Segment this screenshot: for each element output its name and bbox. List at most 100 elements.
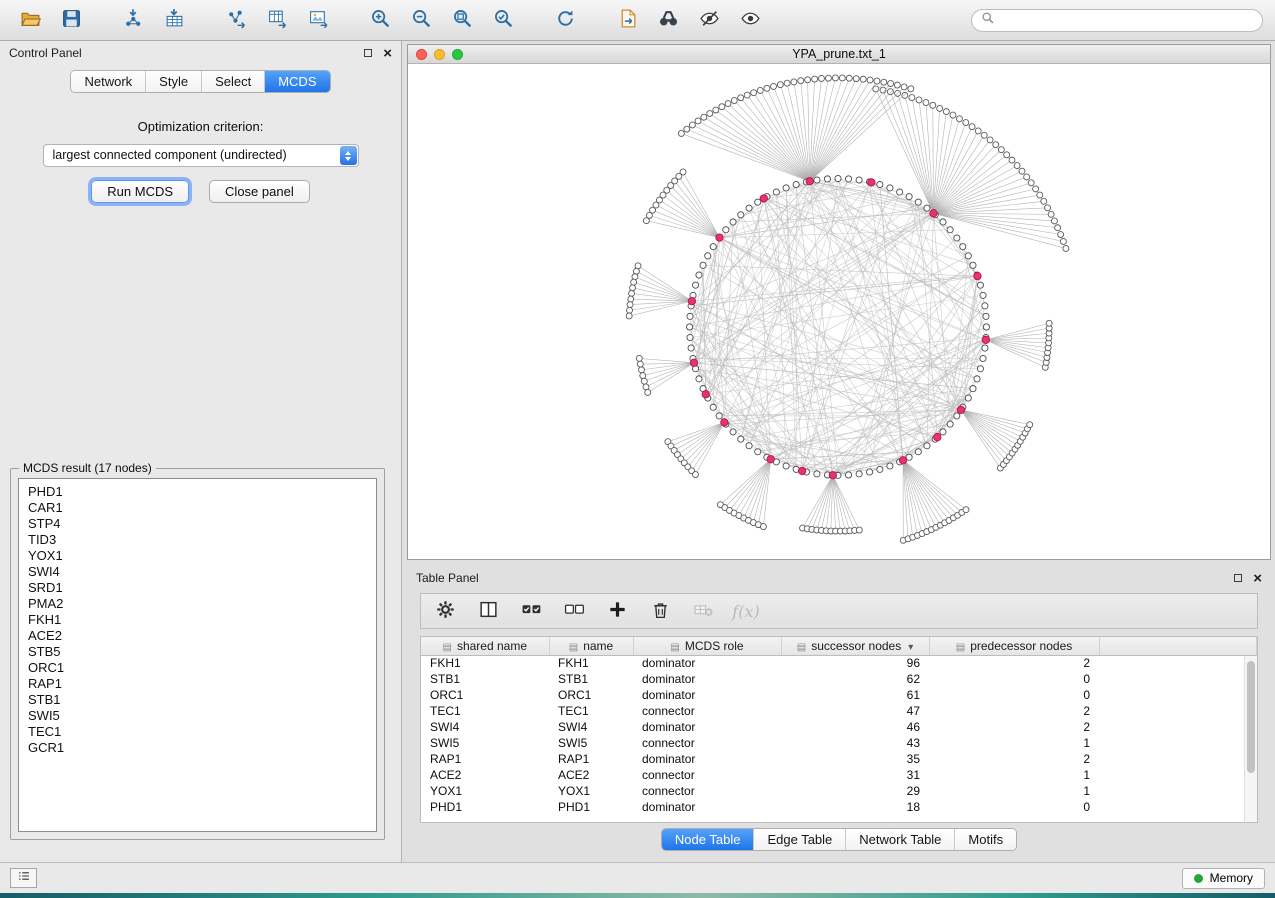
mcds-result-item[interactable]: CAR1 [28, 500, 367, 516]
mcds-result-item[interactable]: STP4 [28, 516, 367, 532]
import-table-button[interactable] [156, 4, 192, 36]
column-header-predecessor-nodes[interactable]: ▤predecessor nodes [929, 637, 1099, 655]
save-button[interactable] [53, 4, 89, 36]
show-button[interactable] [732, 4, 768, 36]
table-row[interactable]: ACE2ACE2connector311 [421, 767, 1257, 783]
table-cell: SWI4 [549, 719, 633, 735]
close-panel-button[interactable]: Close panel [209, 180, 310, 203]
table-tab-node-table[interactable]: Node Table [662, 829, 755, 850]
table-cell: 61 [781, 687, 929, 703]
find-button[interactable] [650, 4, 686, 36]
network-window-title: YPA_prune.txt_1 [408, 47, 1270, 61]
table-cell: 2 [929, 719, 1099, 735]
table-cell: 0 [929, 799, 1099, 815]
import-network-button[interactable] [115, 4, 151, 36]
float-panel-icon[interactable] [364, 49, 372, 57]
network-graph[interactable] [408, 64, 1270, 559]
table-panel-titlebar: Table Panel × [407, 566, 1271, 590]
tab-select[interactable]: Select [202, 71, 265, 92]
hide-button[interactable] [691, 4, 727, 36]
table-row[interactable]: RAP1RAP1dominator352 [421, 751, 1257, 767]
close-panel-icon[interactable]: × [383, 46, 392, 61]
main-toolbar [0, 0, 1275, 41]
tab-style[interactable]: Style [146, 71, 202, 92]
zoom-out-button[interactable] [403, 4, 439, 36]
table-cell: 31 [781, 767, 929, 783]
table-cell: 1 [929, 783, 1099, 799]
table-scrollbar-thumb[interactable] [1247, 661, 1255, 773]
add-row-button[interactable] [604, 598, 630, 624]
mcds-result-item[interactable]: SWI4 [28, 564, 367, 580]
column-header-successor-nodes[interactable]: ▤successor nodes▾ [781, 637, 929, 655]
mcds-result-item[interactable]: STB1 [28, 692, 367, 708]
window-zoom-light[interactable] [452, 49, 463, 60]
mcds-result-item[interactable]: RAP1 [28, 676, 367, 692]
open-icon [20, 8, 41, 32]
mcds-result-item[interactable]: ACE2 [28, 628, 367, 644]
criterion-dropdown[interactable]: largest connected component (undirected) [43, 144, 359, 167]
mcds-result-item[interactable]: TEC1 [28, 724, 367, 740]
fx-button[interactable]: f(x) [733, 598, 759, 624]
table-header-row: ▤shared name▤name▤MCDS role▤successor no… [421, 637, 1257, 655]
column-header-icon: ▤ [956, 642, 965, 653]
memory-button[interactable]: Memory [1182, 868, 1265, 889]
table-tab-network-table[interactable]: Network Table [846, 829, 955, 850]
table-row[interactable]: SWI4SWI4dominator462 [421, 719, 1257, 735]
table-close-panel-icon[interactable]: × [1253, 571, 1262, 586]
mcds-result-item[interactable]: PHD1 [28, 484, 367, 500]
settings-button[interactable] [432, 598, 458, 624]
column-header-mcds-role[interactable]: ▤MCDS role [633, 637, 781, 655]
zoom-in-button[interactable] [362, 4, 398, 36]
save-icon [61, 8, 82, 32]
table-row[interactable]: PHD1PHD1dominator180 [421, 799, 1257, 815]
refresh-button[interactable] [547, 4, 583, 36]
window-close-light[interactable] [416, 49, 427, 60]
table-tab-motifs[interactable]: Motifs [955, 829, 1016, 850]
export-table-button[interactable] [259, 4, 295, 36]
task-history-button[interactable] [10, 868, 37, 888]
table-row[interactable]: ORC1ORC1dominator610 [421, 687, 1257, 703]
table-tab-edge-table[interactable]: Edge Table [754, 829, 846, 850]
mcds-result-item[interactable]: GCR1 [28, 740, 367, 756]
export-document-button[interactable] [609, 4, 645, 36]
column-header-name[interactable]: ▤name [549, 637, 633, 655]
table-row[interactable]: SWI5SWI5connector431 [421, 735, 1257, 751]
table-row[interactable]: FKH1FKH1dominator962 [421, 655, 1257, 671]
mcds-result-item[interactable]: FKH1 [28, 612, 367, 628]
mcds-result-item[interactable]: STB5 [28, 644, 367, 660]
mcds-result-item[interactable]: TID3 [28, 532, 367, 548]
tab-network[interactable]: Network [71, 71, 146, 92]
mcds-result-item[interactable]: PMA2 [28, 596, 367, 612]
table-cell: connector [633, 703, 781, 719]
deselect-all-button[interactable] [561, 598, 587, 624]
export-network-button[interactable] [218, 4, 254, 36]
search-input[interactable] [1001, 12, 1253, 28]
table-row[interactable]: YOX1YOX1connector291 [421, 783, 1257, 799]
columns-button[interactable] [475, 598, 501, 624]
table-float-panel-icon[interactable] [1234, 574, 1242, 582]
mcds-result-item[interactable]: YOX1 [28, 548, 367, 564]
table-cell: 18 [781, 799, 929, 815]
mcds-result-item[interactable]: SRD1 [28, 580, 367, 596]
mcds-result-list[interactable]: PHD1CAR1STP4TID3YOX1SWI4SRD1PMA2FKH1ACE2… [18, 478, 377, 832]
column-header-label: MCDS role [685, 639, 744, 653]
table-scrollbar[interactable] [1244, 656, 1257, 822]
table-row[interactable]: STB1STB1dominator620 [421, 671, 1257, 687]
open-button[interactable] [12, 4, 48, 36]
network-canvas[interactable] [408, 64, 1270, 559]
table-row[interactable]: TEC1TEC1connector472 [421, 703, 1257, 719]
table-body: FKH1FKH1dominator962STB1STB1dominator620… [421, 655, 1257, 815]
mcds-result-item[interactable]: ORC1 [28, 660, 367, 676]
zoom-fit-button[interactable] [444, 4, 480, 36]
column-header-shared-name[interactable]: ▤shared name [421, 637, 549, 655]
export-image-button[interactable] [300, 4, 336, 36]
window-minimize-light[interactable] [434, 49, 445, 60]
zoom-selected-button[interactable] [485, 4, 521, 36]
mcds-result-item[interactable]: SWI5 [28, 708, 367, 724]
run-mcds-button[interactable]: Run MCDS [91, 180, 189, 203]
delete-row-button[interactable] [647, 598, 673, 624]
table-cell: 2 [929, 655, 1099, 671]
select-all-button[interactable] [518, 598, 544, 624]
tab-mcds[interactable]: MCDS [265, 71, 329, 92]
clear-table-button[interactable] [690, 598, 716, 624]
